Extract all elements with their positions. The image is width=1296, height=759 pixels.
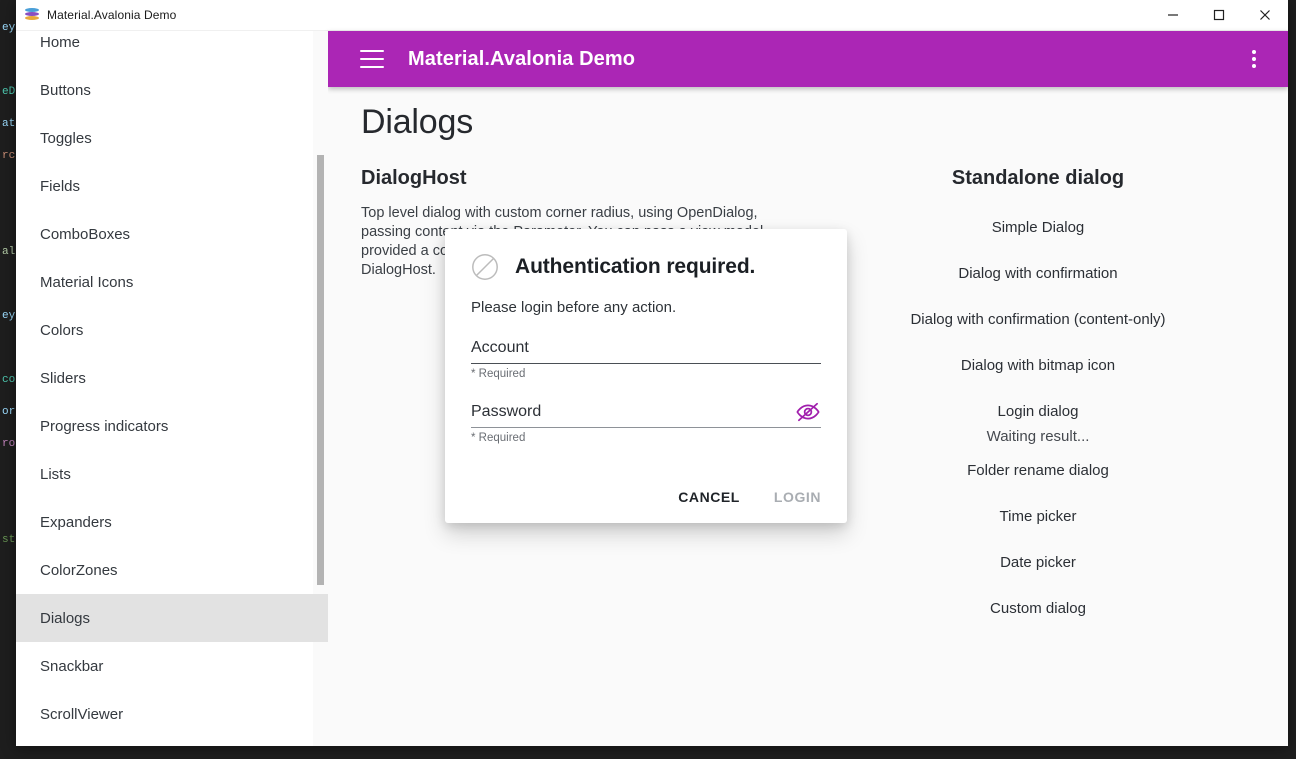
app-bar: Material.Avalonia Demo <box>328 31 1288 87</box>
sidebar-scrollbar-thumb[interactable] <box>317 155 324 585</box>
sidebar-item-label: Toggles <box>40 129 92 147</box>
sidebar-item-dialogs[interactable]: Dialogs <box>16 594 328 642</box>
eye-off-icon[interactable] <box>795 399 821 425</box>
window-titlebar: Material.Avalonia Demo <box>16 0 1288 31</box>
maximize-icon[interactable] <box>1196 0 1242 31</box>
sidebar-item-side-sheets[interactable]: Side Sheets <box>16 738 328 746</box>
sidebar-item-colors[interactable]: Colors <box>16 306 328 354</box>
sidebar-item-label: Snackbar <box>40 657 104 675</box>
window-title: Material.Avalonia Demo <box>47 8 177 22</box>
dialog-with-confirmation-content-only-button[interactable]: Dialog with confirmation (content-only) <box>808 296 1268 342</box>
hamburger-menu-icon[interactable] <box>360 50 384 68</box>
dialog-title: Authentication required. <box>515 255 756 278</box>
kebab-menu-icon[interactable] <box>1252 50 1256 68</box>
sidebar-item-toggles[interactable]: Toggles <box>16 114 328 162</box>
account-field-group[interactable]: Account * Required <box>471 339 821 380</box>
cancel-button[interactable]: CANCEL <box>678 489 740 505</box>
sidebar-item-list: Home Buttons Toggles Fields ComboBoxes M… <box>16 31 328 746</box>
sidebar-item-label: Fields <box>40 177 81 195</box>
sidebar-item-scrollviewer[interactable]: ScrollViewer <box>16 690 328 738</box>
sidebar-item-sliders[interactable]: Sliders <box>16 354 328 402</box>
sidebar-item-label: ScrollViewer <box>40 705 124 723</box>
navigation-sidebar[interactable]: Home Buttons Toggles Fields ComboBoxes M… <box>16 31 328 746</box>
sidebar-item-label: Colors <box>40 321 84 339</box>
authentication-dialog[interactable]: Authentication required. Please login be… <box>445 229 847 523</box>
dialog-with-confirmation-button[interactable]: Dialog with confirmation <box>808 250 1268 296</box>
sidebar-item-label: ComboBoxes <box>40 225 131 243</box>
password-field-group[interactable]: Password * Required <box>471 402 821 444</box>
login-button[interactable]: LOGIN <box>774 489 821 505</box>
date-picker-button[interactable]: Date picker <box>808 539 1268 585</box>
minimize-icon[interactable] <box>1150 0 1196 31</box>
sidebar-item-label: ColorZones <box>40 561 118 579</box>
sidebar-item-comboboxes[interactable]: ComboBoxes <box>16 210 328 258</box>
password-field-helper: * Required <box>471 432 526 444</box>
account-field-underline <box>471 363 821 364</box>
sidebar-item-lists[interactable]: Lists <box>16 450 328 498</box>
sidebar-item-buttons[interactable]: Buttons <box>16 66 328 114</box>
dialog-actions: CANCEL LOGIN <box>678 489 821 505</box>
sidebar-item-colorzones[interactable]: ColorZones <box>16 546 328 594</box>
standalone-dialog-section: Standalone dialog Simple Dialog Dialog w… <box>808 167 1268 631</box>
sidebar-item-home[interactable]: Home <box>16 31 328 66</box>
sidebar-item-progress-indicators[interactable]: Progress indicators <box>16 402 328 450</box>
page-title: Dialogs <box>361 103 473 141</box>
layers-icon <box>24 7 40 23</box>
waiting-result-status: Waiting result... <box>986 428 1090 445</box>
sidebar-item-label: Material Icons <box>40 273 134 291</box>
password-field-label: Password <box>471 403 542 420</box>
standalone-dialog-heading: Standalone dialog <box>951 167 1125 189</box>
dialog-with-bitmap-icon-button[interactable]: Dialog with bitmap icon <box>808 342 1268 388</box>
editor-right-strip <box>1288 0 1296 759</box>
account-field-helper: * Required <box>471 368 526 380</box>
dialog-header: Authentication required. <box>471 229 821 281</box>
sidebar-item-expanders[interactable]: Expanders <box>16 498 328 546</box>
password-field-underline <box>471 427 821 428</box>
custom-dialog-button[interactable]: Custom dialog <box>808 585 1268 631</box>
folder-rename-dialog-button[interactable]: Folder rename dialog <box>808 447 1268 493</box>
application-window: Material.Avalonia Demo Material.Avalonia… <box>16 0 1288 746</box>
sidebar-item-material-icons[interactable]: Material Icons <box>16 258 328 306</box>
simple-dialog-button[interactable]: Simple Dialog <box>808 204 1268 250</box>
sidebar-item-label: Sliders <box>40 369 86 387</box>
sidebar-item-label: Dialogs <box>40 609 91 627</box>
sidebar-item-label: Buttons <box>40 81 91 99</box>
sidebar-item-label: Home <box>40 33 81 51</box>
block-circle-slash-icon <box>471 253 499 281</box>
time-picker-button[interactable]: Time picker <box>808 493 1268 539</box>
sidebar-item-label: Lists <box>40 465 71 483</box>
sidebar-item-label: Progress indicators <box>40 417 169 435</box>
account-field-label: Account <box>471 339 529 356</box>
sidebar-item-fields[interactable]: Fields <box>16 162 328 210</box>
app-bar-title: Material.Avalonia Demo <box>408 47 636 70</box>
dialoghost-heading: DialogHost <box>361 167 467 189</box>
dialog-subtitle: Please login before any action. <box>471 299 677 316</box>
sidebar-item-snackbar[interactable]: Snackbar <box>16 642 328 690</box>
sidebar-item-label: Expanders <box>40 513 112 531</box>
close-icon[interactable] <box>1242 0 1288 31</box>
